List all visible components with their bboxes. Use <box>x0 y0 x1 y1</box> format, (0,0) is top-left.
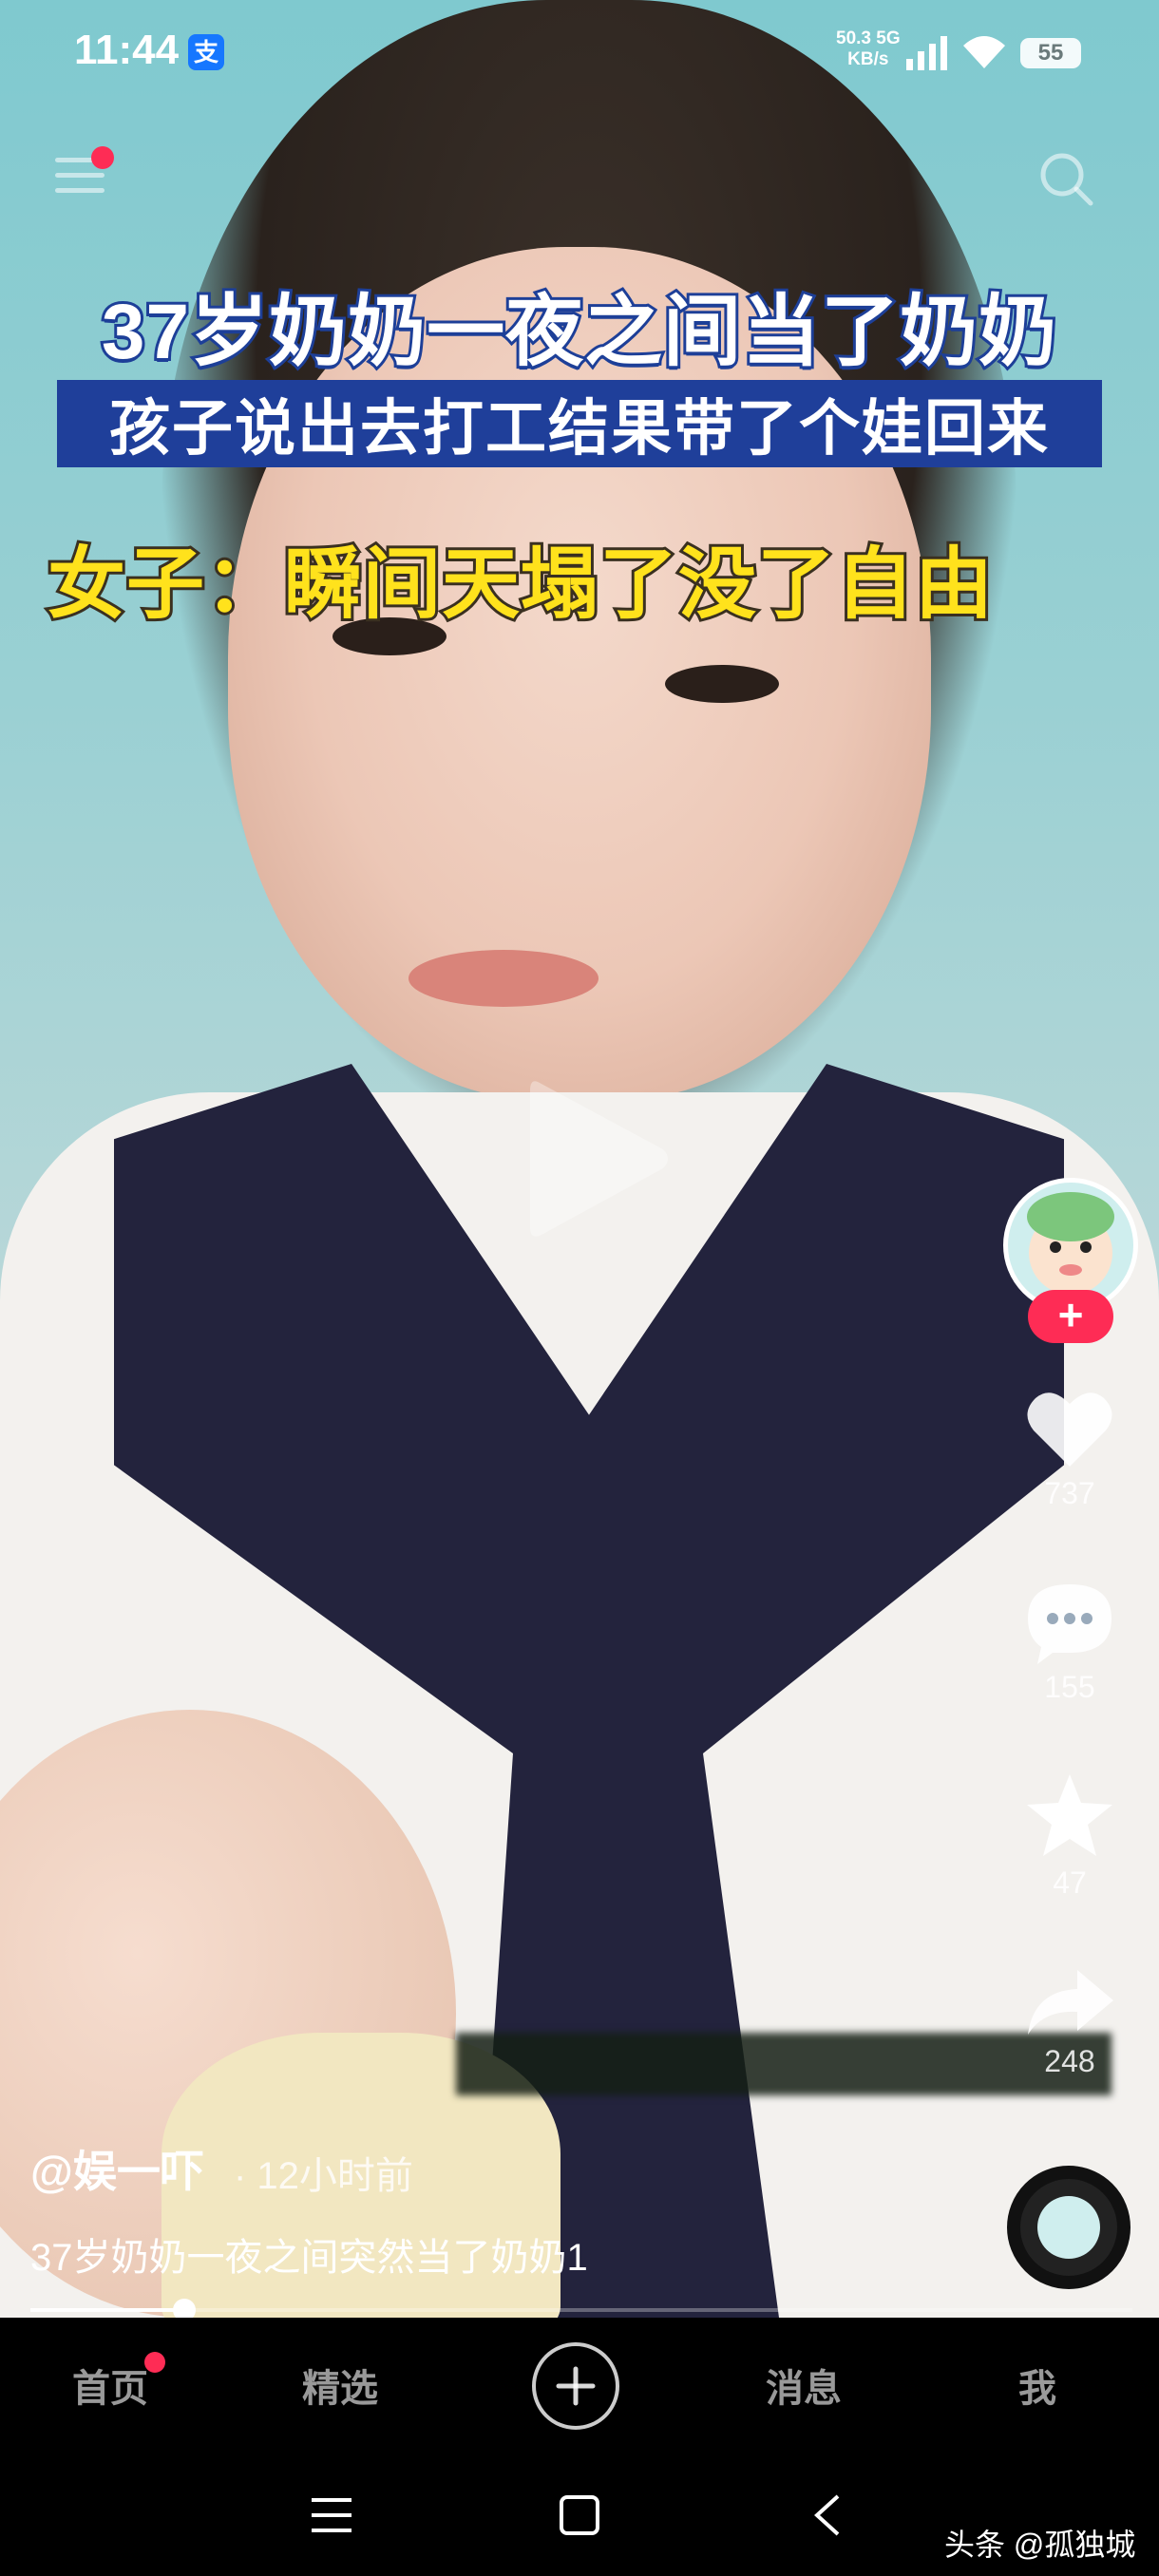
music-cover-icon <box>1037 2196 1100 2259</box>
video-player[interactable]: 37岁奶奶一夜之间当了奶奶 孩子说出去打工结果带了个娃回来 女子：瞬间天塌了没了… <box>0 0 1159 2318</box>
favorite-count: 47 <box>1053 1866 1087 1900</box>
alipay-notification-icon: 支 <box>188 34 224 70</box>
network-speed: 50.3 5G KB/s <box>836 28 901 70</box>
share-button[interactable]: 248 <box>1007 1966 1132 2079</box>
video-subject-lips <box>408 950 598 1007</box>
status-time: 11:44 <box>74 27 180 73</box>
video-subject-eye <box>665 665 779 703</box>
home-square-icon[interactable] <box>559 2494 600 2536</box>
tab-messages[interactable]: 消息 <box>766 2358 842 2413</box>
video-progress-fill <box>30 2308 184 2312</box>
video-caption-banner: 孩子说出去打工结果带了个娃回来 <box>57 380 1102 467</box>
tab-featured[interactable]: 精选 <box>302 2358 378 2413</box>
source-watermark: 头条 @孤独城 <box>944 2528 1136 2562</box>
back-icon[interactable] <box>809 2492 844 2538</box>
recents-menu-icon[interactable] <box>310 2496 353 2534</box>
app-screen: 37岁奶奶一夜之间当了奶奶 孩子说出去打工结果带了个娃回来 女子：瞬间天塌了没了… <box>0 0 1159 2576</box>
signal-icon <box>906 36 947 70</box>
tab-me[interactable]: 我 <box>1018 2358 1056 2413</box>
status-bar: 11:44 支 50.3 5G KB/s 55 <box>0 0 1159 104</box>
post-description[interactable]: 37岁奶奶一夜之间突然当了奶奶1 <box>30 2226 588 2282</box>
like-button[interactable]: 737 <box>1007 1387 1132 1511</box>
video-progress-bar[interactable] <box>30 2299 1132 2321</box>
music-disc[interactable] <box>1007 2166 1130 2289</box>
comment-count: 155 <box>1044 1670 1095 1704</box>
share-icon <box>1028 1970 1113 2035</box>
like-count: 737 <box>1044 1476 1095 1510</box>
wifi-icon <box>963 36 1005 68</box>
comment-icon <box>1028 1584 1112 1664</box>
post-time: · 12小时前 <box>234 2155 413 2197</box>
home-notification-dot <box>144 2352 165 2373</box>
plus-icon <box>556 2366 596 2406</box>
follow-button[interactable]: + <box>1028 1290 1113 1343</box>
video-caption-title: 37岁奶奶一夜之间当了奶奶 <box>99 286 1059 378</box>
star-icon <box>1027 1774 1112 1856</box>
share-count: 248 <box>1044 2044 1095 2078</box>
network-speed-value: 50.3 5G <box>836 28 901 48</box>
comment-button[interactable]: 155 <box>1007 1581 1132 1705</box>
tab-home[interactable]: 首页 <box>72 2358 148 2413</box>
favorite-button[interactable]: 47 <box>1007 1772 1132 1901</box>
author-name[interactable]: @娱一吓 <box>30 2137 204 2200</box>
heart-icon <box>1027 1392 1112 1467</box>
video-caption-subtitle: 孩子说出去打工结果带了个娃回来 <box>109 394 1050 463</box>
play-icon[interactable] <box>521 1073 673 1244</box>
network-speed-unit: KB/s <box>847 49 889 69</box>
search-icon[interactable] <box>1037 150 1094 207</box>
battery-icon: 55 <box>1020 38 1081 68</box>
video-caption-quote: 女子：瞬间天塌了没了自由 <box>45 539 996 631</box>
notification-dot <box>91 146 114 169</box>
create-button[interactable] <box>532 2342 619 2430</box>
